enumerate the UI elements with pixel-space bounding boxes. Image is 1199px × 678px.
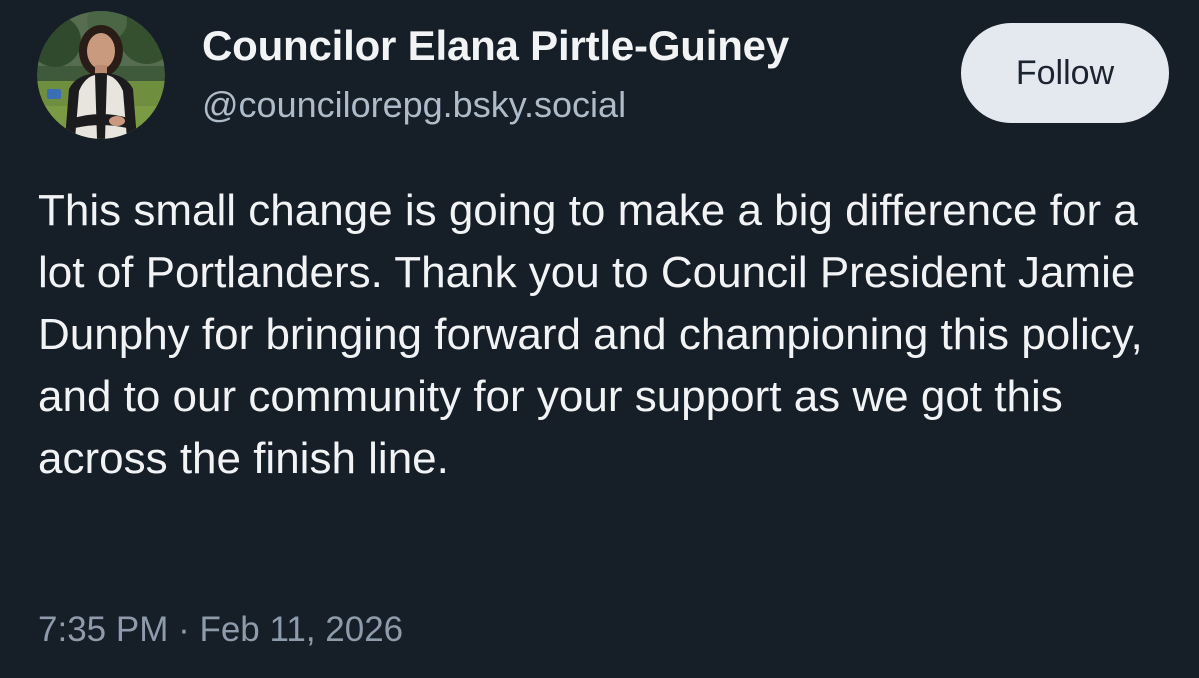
avatar-photo bbox=[37, 11, 165, 139]
avatar[interactable] bbox=[37, 11, 165, 139]
post-card: Councilor Elana Pirtle-Guiney @councilor… bbox=[0, 0, 1199, 678]
author-handle[interactable]: @councilorepg.bsky.social bbox=[202, 81, 626, 129]
post-text: This small change is going to make a big… bbox=[38, 186, 1143, 483]
follow-button[interactable]: Follow bbox=[961, 23, 1169, 123]
post-timestamp[interactable]: 7:35 PM · Feb 11, 2026 bbox=[38, 605, 403, 655]
author-display-name[interactable]: Councilor Elana Pirtle-Guiney bbox=[202, 20, 789, 72]
